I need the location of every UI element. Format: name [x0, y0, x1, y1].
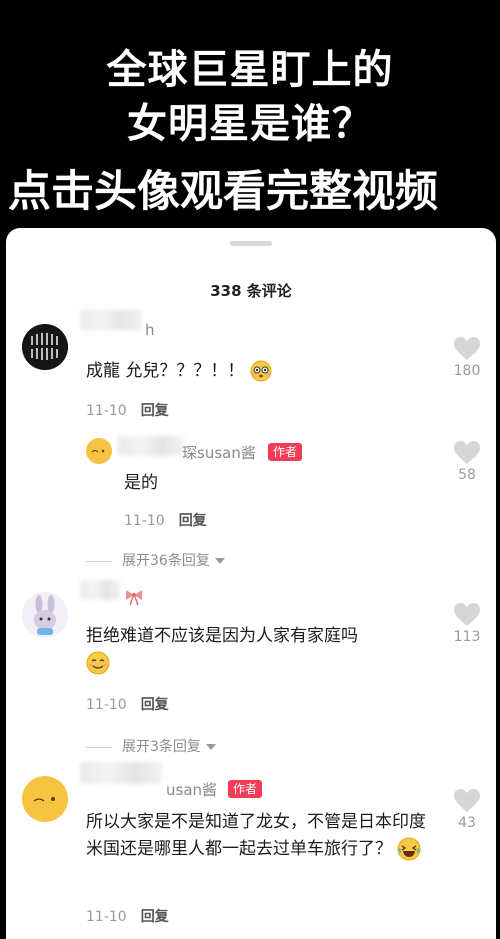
reply-button[interactable]: 回复: [179, 513, 207, 529]
author-badge: 作者: [268, 443, 303, 461]
comment-text-content: 拒绝难道不应该是因为人家有家庭吗: [86, 626, 358, 646]
author-badge: 作者: [228, 780, 263, 798]
banner-line-3: 点击头像观看完整视频: [8, 167, 438, 217]
comment-text-content: 所以大家是不是知道了龙女，不管是日本印度米国还是哪里人都一起去过单车旅行了？: [86, 812, 426, 859]
blurred-username: [80, 310, 142, 330]
avatar-pattern-icon: [22, 324, 68, 370]
like-button[interactable]: 58: [445, 440, 489, 483]
comment-author-name[interactable]: h: [145, 321, 155, 339]
comment-date: 11-10: [86, 403, 127, 419]
expand-replies-label: 展开3条回复: [122, 739, 201, 755]
expand-replies-button[interactable]: 展开36条回复: [86, 550, 226, 570]
reply-button[interactable]: 回复: [141, 697, 169, 713]
comment-date: 11-10: [86, 909, 127, 925]
banner-line-2: 女明星是谁？: [127, 101, 373, 147]
heart-icon: [454, 337, 480, 360]
divider: [86, 746, 112, 748]
comment-author-name[interactable]: usan酱: [166, 779, 217, 800]
expand-replies-button[interactable]: 展开3条回复: [86, 736, 217, 756]
laughing-tears-emoji: [397, 837, 421, 861]
heart-icon: [454, 789, 480, 812]
comment-text: 成龍 允兒？？？！！: [86, 358, 426, 385]
blurred-username: [80, 580, 120, 600]
comment-date: 11-10: [86, 697, 127, 713]
comment-meta: 11-10 回复: [86, 906, 169, 926]
chevron-down-icon: [206, 744, 217, 750]
like-count: 180: [453, 363, 481, 379]
like-count: 43: [458, 815, 476, 831]
like-count: 58: [458, 467, 476, 483]
avatar[interactable]: [22, 324, 68, 370]
bunny-avatar-icon: [22, 592, 68, 638]
video-banner: 全球巨星盯上的 女明星是谁？ 点击头像观看完整视频: [0, 0, 500, 236]
chevron-down-icon: [215, 558, 226, 564]
expand-replies-label: 展开36条回复: [122, 553, 210, 569]
comment-date: 11-10: [124, 513, 165, 529]
reply-button[interactable]: 回复: [141, 403, 169, 419]
smiling-face-emoji: [86, 651, 110, 675]
like-button[interactable]: 180: [445, 336, 489, 379]
comment-author-name[interactable]: 琛susan酱: [182, 442, 256, 463]
like-count: 113: [453, 629, 481, 645]
reply-button[interactable]: 回复: [141, 909, 169, 925]
heart-icon: [454, 441, 480, 464]
avatar[interactable]: [22, 592, 68, 638]
sheet-drag-handle[interactable]: [230, 241, 272, 246]
blurred-username: [80, 762, 162, 784]
avatar-face-icon: [91, 449, 105, 453]
divider: [86, 560, 112, 562]
comment-meta: 11-10 回复: [86, 694, 169, 714]
like-button[interactable]: 113: [445, 602, 489, 645]
comment-text: 是的: [124, 473, 158, 493]
comments-sheet: 338 条评论 h 成龍 允兒？？？！！ 11-10 回复 180 琛susan…: [6, 228, 496, 939]
like-button[interactable]: 43: [445, 788, 489, 831]
flushed-face-emoji: [250, 360, 272, 382]
heart-icon: [454, 603, 480, 626]
blurred-username: [118, 436, 184, 456]
comment-text-content: 成龍 允兒？？？！！: [86, 361, 245, 381]
banner-line-1: 全球巨星盯上的: [106, 47, 394, 93]
bow-icon: [126, 590, 142, 606]
comment-text: 拒绝难道不应该是因为人家有家庭吗: [86, 623, 426, 677]
comment-meta: 11-10 回复: [124, 510, 207, 530]
comment-count: 338 条评论: [210, 282, 292, 300]
avatar-face-icon: [33, 797, 55, 802]
comment-meta: 11-10 回复: [86, 400, 169, 420]
avatar[interactable]: [22, 776, 68, 822]
avatar[interactable]: [86, 438, 112, 464]
comment-text: 所以大家是不是知道了龙女，不管是日本印度米国还是哪里人都一起去过单车旅行了？: [86, 809, 428, 863]
